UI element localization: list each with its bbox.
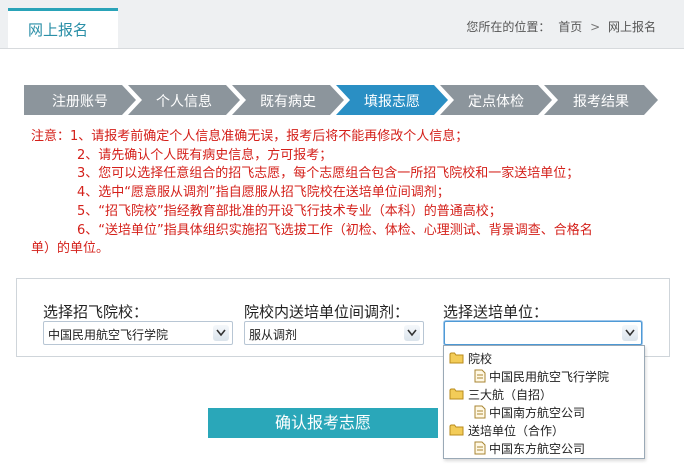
adjust-select-value: 服从调剂 [249,328,298,342]
step-label: 报考结果 [573,94,629,110]
adjust-label: 院校内送培单位间调剂： [244,303,410,321]
header-bar: 网上报名 您所在的位置： 首页 > 网上报名 [0,0,684,49]
breadcrumb-current: 网上报名 [607,20,656,34]
step-result: 报考结果 [544,85,658,115]
step-label: 个人信息 [156,94,212,110]
notice-line: 5、“招飞院校”指经教育部批准的开设飞行技术专业（本科）的普通高校； [77,203,502,219]
notice-line: 6、“送培单位”指具体组织实施招飞选拔工作（初检、体检、心理测试、背景调查、合格… [77,222,593,238]
document-icon [474,441,486,455]
step-fill-application: 填报志愿 [336,85,448,115]
unit-label: 选择送培单位： [443,303,549,321]
chevron-down-icon[interactable] [622,325,638,341]
unit-dropdown-list: 院校 中国民用航空飞行学院 三大航（自招） 中国南方航空公司 送培单位（合作） … [443,345,645,459]
progress-steps: 注册账号 个人信息 既有病史 填报志愿 定点体检 报考结果 [24,85,664,115]
breadcrumb: 您所在的位置： 首页 > 网上报名 [466,18,660,35]
school-select[interactable]: 中国民用航空飞行学院 [43,321,233,345]
step-label: 填报志愿 [364,94,420,110]
document-icon [474,405,486,419]
notice-line: 2、请先确认个人既有病史信息，方可报考； [77,147,333,163]
tab-title: 网上报名 [28,21,89,39]
step-label: 既有病史 [260,94,316,110]
step-register: 注册账号 [24,85,136,115]
step-physical-exam: 定点体检 [440,85,552,115]
step-label: 定点体检 [468,94,524,110]
step-personal-info: 个人信息 [128,85,240,115]
breadcrumb-separator: > [590,20,601,34]
folder-icon [449,388,464,400]
breadcrumb-home[interactable]: 首页 [558,20,582,34]
notice-line: 3、您可以选择任意组合的招飞志愿，每个志愿组合包含一所招飞院校和一家送培单位； [77,166,580,182]
school-label: 选择招飞院校： [43,303,149,321]
tab-online-registration[interactable]: 网上报名 [8,8,118,48]
folder-icon [449,424,464,436]
document-icon [474,369,486,383]
chevron-down-icon[interactable] [404,325,420,341]
notice-text: 注意：1、请报考前确定个人信息准确无误，报考后将不能再修改个人信息； 2、请先确… [31,128,661,259]
adjust-select[interactable]: 服从调剂 [244,321,424,345]
step-label: 注册账号 [52,94,108,110]
notice-prefix: 注意： [31,129,71,144]
notice-line: 注意：1、请报考前确定个人信息准确无误，报考后将不能再修改个人信息； [31,128,661,147]
chevron-down-icon[interactable] [213,325,229,341]
step-medical-history: 既有病史 [232,85,344,115]
unit-select[interactable] [444,321,642,345]
notice-line: 4、选中“愿意服从调剂”指自愿服从招飞院校在送培单位间调剂； [77,185,450,201]
breadcrumb-prefix: 您所在的位置： [466,20,551,34]
folder-icon [449,352,464,364]
notice-line: 单）的单位。 [31,241,110,257]
school-select-value: 中国民用航空飞行学院 [48,328,169,342]
confirm-application-button[interactable]: 确认报考志愿 [208,408,438,438]
